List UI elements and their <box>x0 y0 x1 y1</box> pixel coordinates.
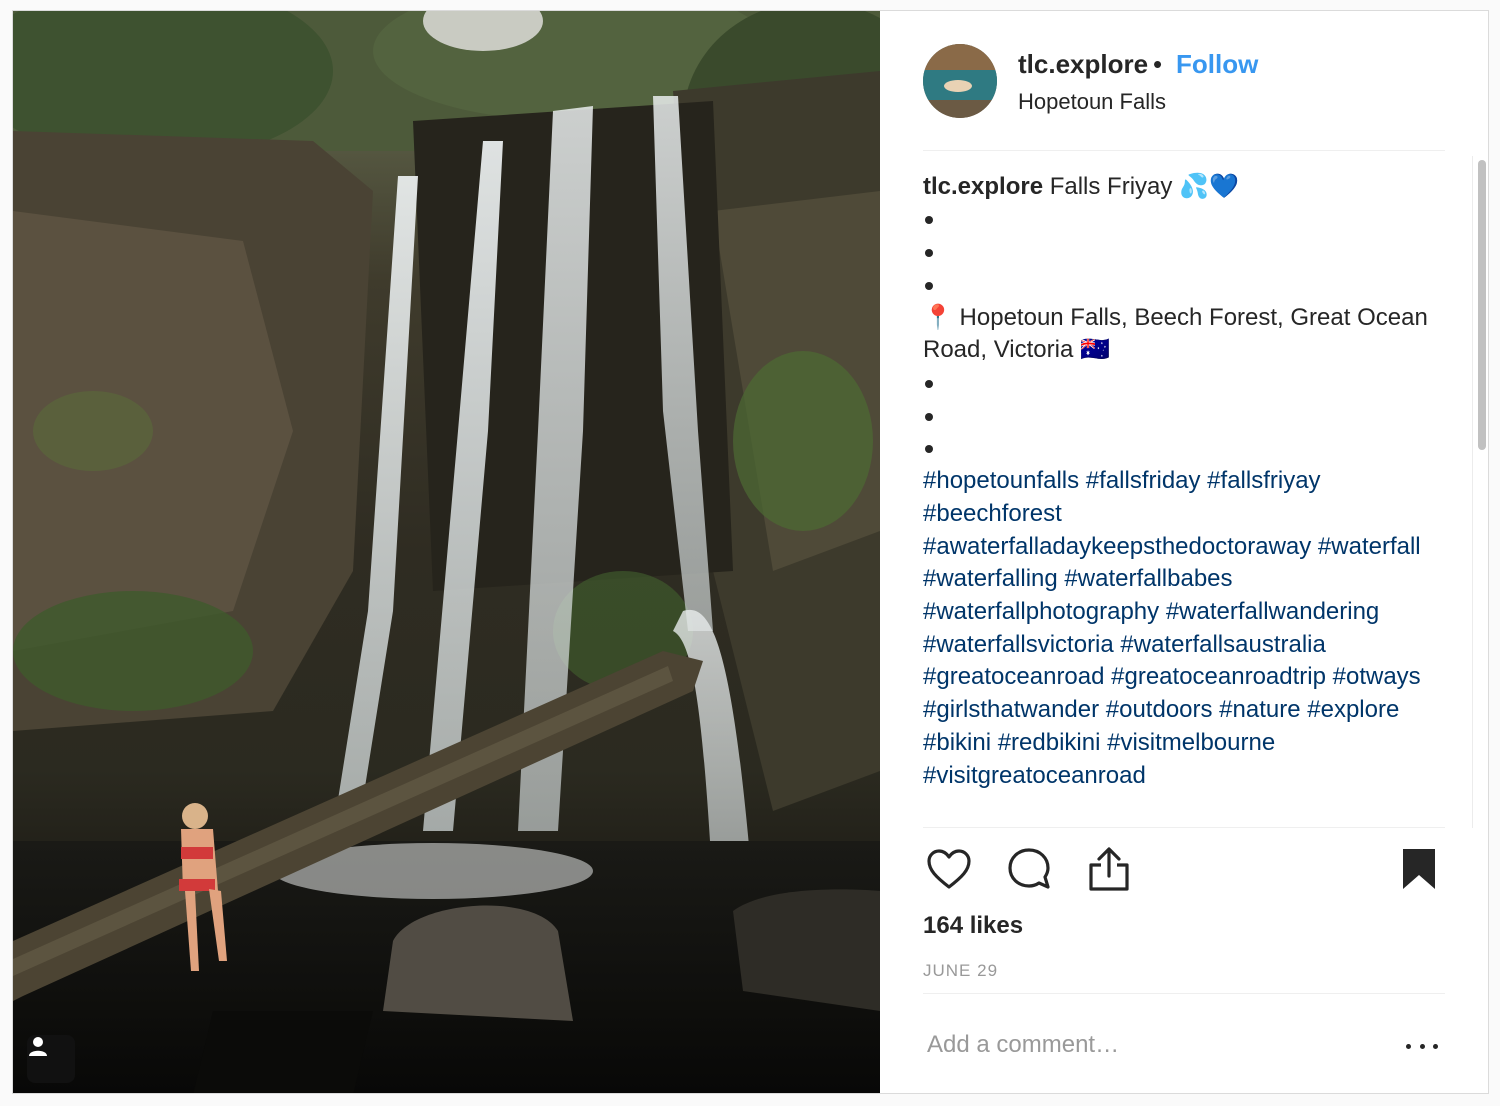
comment-input[interactable] <box>927 1025 1377 1065</box>
post-side-panel: tlc.explore • Follow Hopetoun Falls tlc.… <box>880 11 1488 1093</box>
caption: tlc.explore Falls Friyay 💦💙 📍 Hopetoun F… <box>923 171 1443 792</box>
action-bar <box>923 843 1448 903</box>
likes-count[interactable]: 164 likes <box>923 912 1023 940</box>
caption-text: Falls Friyay 💦💙 <box>1049 173 1239 200</box>
location-link[interactable]: Hopetoun Falls <box>1018 89 1166 115</box>
caption-username[interactable]: tlc.explore <box>923 173 1043 200</box>
caption-area[interactable]: tlc.explore Falls Friyay 💦💙 📍 Hopetoun F… <box>923 171 1443 826</box>
share-button[interactable] <box>1083 843 1135 895</box>
comment-button[interactable] <box>1003 843 1055 895</box>
like-button[interactable] <box>923 843 975 895</box>
divider <box>923 993 1445 994</box>
caption-bullet <box>923 433 1443 466</box>
post-date[interactable]: JUNE 29 <box>923 961 998 981</box>
post-header: tlc.explore • Follow Hopetoun Falls <box>880 11 1488 151</box>
caption-location: 📍 Hopetoun Falls, Beech Forest, Great Oc… <box>923 303 1428 364</box>
post-modal: tlc.explore • Follow Hopetoun Falls tlc.… <box>12 10 1489 1094</box>
caption-hashtags[interactable]: #hopetounfalls #fallsfriday #fallsfriyay… <box>923 465 1443 792</box>
user-tag-icon[interactable] <box>27 1035 75 1083</box>
waterfall-photo <box>13 11 880 1093</box>
scrollbar-thumb[interactable] <box>1478 160 1486 450</box>
caption-bullet <box>923 236 1443 269</box>
more-icon[interactable] <box>1402 1031 1442 1061</box>
avatar[interactable] <box>923 44 997 118</box>
follow-button[interactable]: Follow <box>1176 49 1258 80</box>
save-button[interactable] <box>1393 843 1445 895</box>
caption-bullet <box>923 204 1443 237</box>
username[interactable]: tlc.explore <box>1018 49 1148 80</box>
caption-scrollbar[interactable] <box>1472 156 1488 828</box>
separator-dot: • <box>1153 49 1163 79</box>
caption-bullet <box>923 269 1443 302</box>
bookmark-icon <box>1403 849 1435 889</box>
comment-icon <box>1008 848 1050 889</box>
divider <box>923 150 1445 151</box>
share-icon <box>1089 847 1129 891</box>
caption-bullet <box>923 367 1443 400</box>
divider <box>923 827 1445 828</box>
heart-icon <box>927 849 971 889</box>
post-photo[interactable] <box>13 11 880 1093</box>
caption-bullet <box>923 400 1443 433</box>
